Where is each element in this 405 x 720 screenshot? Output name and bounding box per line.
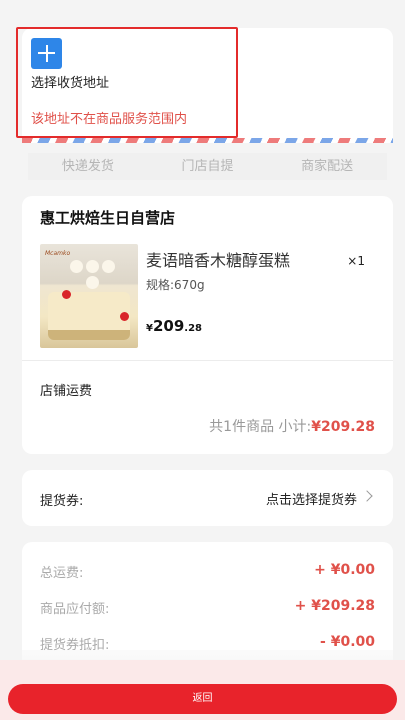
address-warning: 该地址不在商品服务范围内 [31,112,188,127]
chevron-right-icon[interactable] [361,490,373,502]
berry-shape [62,290,71,299]
store-card: 惠工烘焙生日自营店 Mcamko 麦语暗香木糖醇蛋糕 ×1 规格:670g ¥2… [22,196,393,454]
product-price: ¥209.28 [146,316,202,335]
berry-shape [120,312,129,321]
cake-shape [48,292,130,340]
subtotal-amount: ¥209.28 [311,419,375,435]
product-title[interactable]: 麦语暗香木糖醇蛋糕 [146,247,290,271]
return-button[interactable]: 返回 [8,684,397,714]
subtotal-text: 共1件商品 小计: [209,419,312,435]
price-currency: ¥ [146,323,153,334]
egg-shape [70,260,83,273]
egg-shape [102,260,115,273]
voucher-label: 提货券: [40,494,84,509]
summary-row-goods: 商品应付额: + ¥209.28 [40,598,375,618]
delivery-tabs: 快递发货 门店自提 商家配送 [28,153,387,180]
egg-shape [86,276,99,289]
add-address-icon[interactable] [31,38,62,69]
subtotal: 共1件商品 小计:¥209.28 [209,416,375,436]
product-image-brand: Mcamko [45,250,71,257]
egg-shape [86,260,99,273]
price-integer: 209 [152,317,185,335]
summary-label: 总运费: [40,566,84,581]
summary-value: + ¥0.00 [314,562,375,578]
summary-value: - ¥0.00 [320,634,375,650]
divider [22,360,393,361]
tab-store-pickup[interactable]: 门店自提 [148,153,268,180]
product-spec: 规格:670g [146,278,205,292]
summary-card: 总运费: + ¥0.00 商品应付额: + ¥209.28 提货券抵扣: - ¥… [22,542,393,662]
summary-row-shipping: 总运费: + ¥0.00 [40,562,375,582]
summary-value: + ¥209.28 [294,598,375,614]
product-quantity: ×1 [347,254,365,268]
select-address-label[interactable]: 选择收货地址 [31,72,109,91]
envelope-stripe [22,138,393,143]
select-voucher-link[interactable]: 点击选择提货券 [266,489,357,508]
tab-express[interactable]: 快递发货 [28,153,148,180]
store-name: 惠工烘焙生日自营店 [40,209,176,227]
tab-merchant-delivery[interactable]: 商家配送 [267,153,387,180]
voucher-card[interactable]: 提货券: 点击选择提货券 [22,470,393,526]
price-decimal: .28 [184,323,202,334]
store-shipping-label: 店铺运费 [40,384,93,399]
product-image[interactable]: Mcamko [40,244,138,348]
summary-label: 商品应付额: [40,602,110,617]
